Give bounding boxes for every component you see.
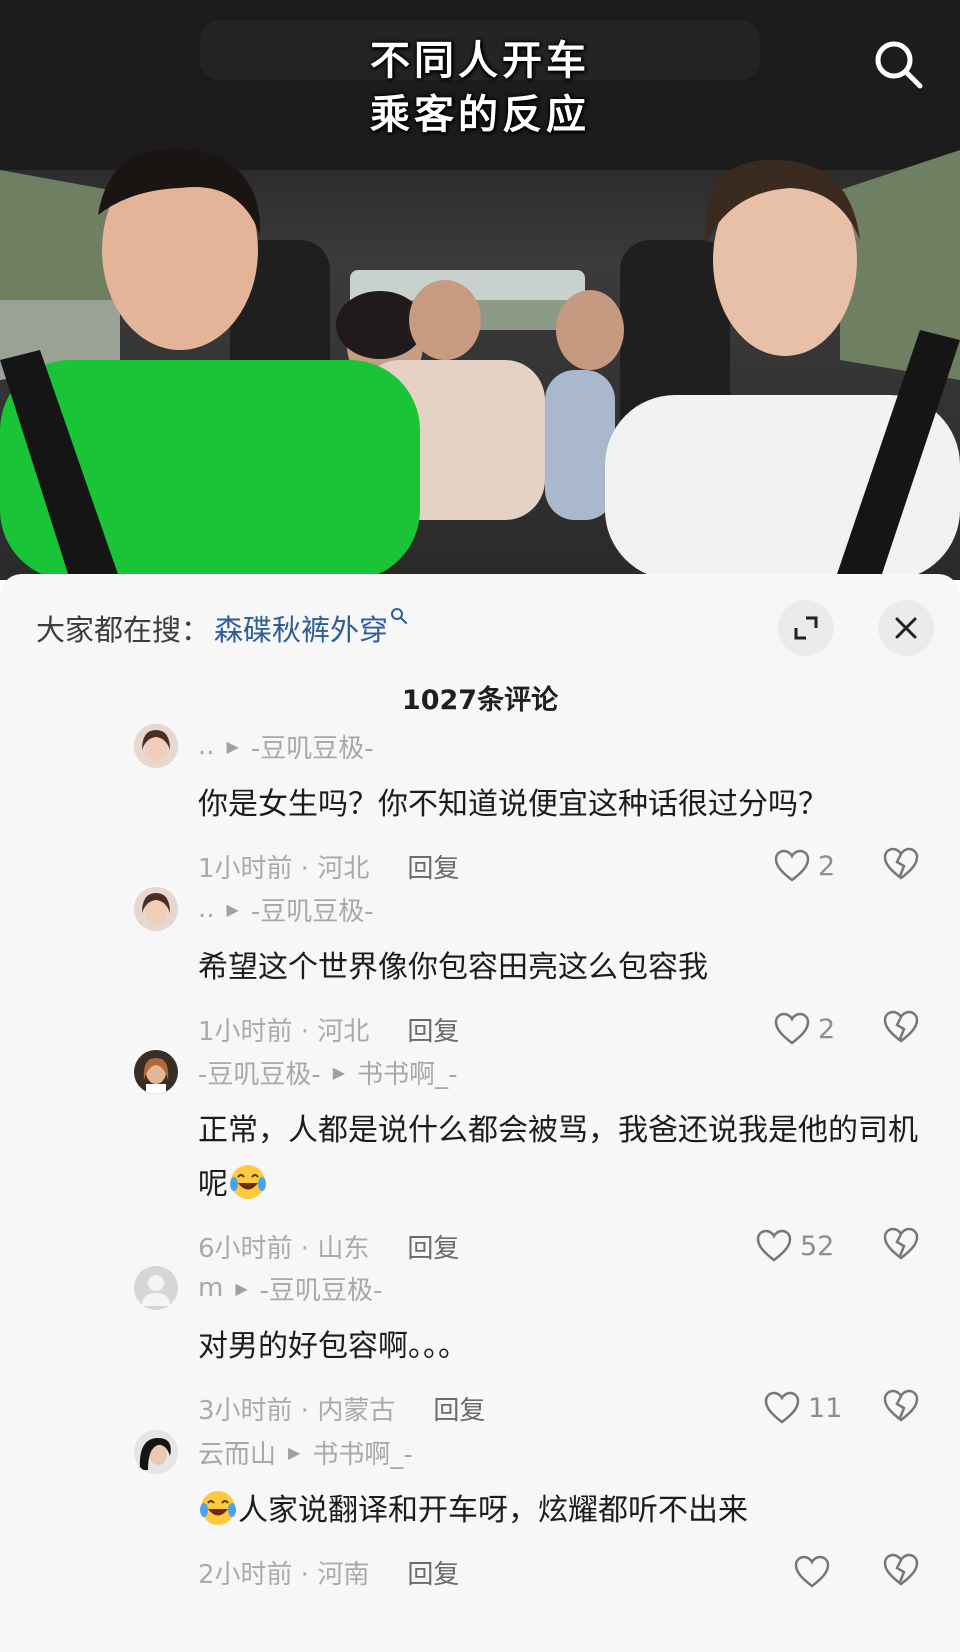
heart-icon (756, 1229, 792, 1262)
comment-time-location: 1小时前 · 河北 (198, 853, 370, 884)
comment-item: -豆叽豆极- ▶ 书书啊_- 正常，人都是说什么都会被骂，我爸还说我是他的司机呢… (0, 1050, 960, 1270)
reply-to-username[interactable]: 书书啊_- (312, 1434, 412, 1471)
comment-text-content: 人家说翻译和开车呀，炫耀都听不出来 (238, 1493, 748, 1528)
like-count: 2 (818, 850, 836, 882)
comment-username[interactable]: 云而山 (198, 1434, 276, 1471)
broken-heart-icon (883, 1227, 919, 1260)
heart-icon (774, 849, 810, 882)
avatar[interactable] (134, 1266, 178, 1310)
broken-heart-icon (883, 847, 919, 880)
avatar-image (134, 1050, 178, 1094)
like-count: 52 (800, 1230, 835, 1262)
reply-arrow-icon: ▶ (288, 1442, 301, 1462)
avatar[interactable] (134, 1430, 178, 1474)
comment-count: 1027条评论 (401, 685, 559, 716)
avatar[interactable] (134, 1050, 178, 1094)
like-count: 11 (808, 1392, 843, 1424)
reply-button[interactable]: 回复 (407, 1554, 459, 1591)
expand-icon (794, 616, 818, 640)
reply-arrow-icon: ▶ (235, 1278, 248, 1298)
reply-button[interactable]: 回复 (407, 1228, 459, 1265)
dislike-button[interactable] (882, 1388, 922, 1428)
reply-arrow-icon: ▶ (332, 1062, 346, 1082)
broken-heart-icon (883, 1553, 919, 1586)
heart-icon (764, 1391, 800, 1424)
close-button[interactable] (878, 600, 934, 656)
reply-button[interactable]: 回复 (407, 1011, 459, 1048)
search-small-icon (391, 608, 408, 624)
heart-icon (794, 1555, 830, 1588)
close-icon (895, 617, 917, 639)
comment-item: .. ▶ -豆叽豆极- 希望这个世界像你包容田亮这么包容我 1小时前 · 河北 … (0, 887, 960, 1047)
comment-text-content: 正常，人都是说什么都会被骂，我爸还说我是他的司机呢 (198, 1113, 918, 1202)
reply-button[interactable]: 回复 (433, 1390, 485, 1427)
like-button[interactable]: 11 (764, 1388, 842, 1428)
search-icon (875, 41, 923, 89)
laugh-cry-emoji-icon (200, 1491, 236, 1525)
comment-text: 你是女生吗？你不知道说便宜这种话很过分吗？ (198, 787, 828, 822)
dislike-button[interactable] (882, 846, 922, 886)
avatar-image (134, 724, 178, 768)
search-button[interactable] (870, 36, 926, 92)
comment-item: .. ▶ -豆叽豆极- 你是女生吗？你不知道说便宜这种话很过分吗？ 1小时前 ·… (0, 724, 960, 884)
comment-username[interactable]: .. (198, 894, 215, 924)
video-player[interactable]: 不同人开车 乘客的反应 (0, 0, 960, 580)
dislike-button[interactable] (882, 1552, 922, 1592)
avatar-image (134, 887, 178, 931)
comment-text: 人家说翻译和开车呀，炫耀都听不出来 (198, 1484, 924, 1538)
default-avatar-icon (134, 1266, 178, 1310)
reply-arrow-icon: ▶ (226, 899, 239, 919)
like-count: 2 (818, 1013, 836, 1045)
reply-arrow-icon: ▶ (226, 736, 239, 756)
comment-text: 正常，人都是说什么都会被骂，我爸还说我是他的司机呢 (198, 1104, 924, 1212)
dislike-button[interactable] (882, 1226, 922, 1266)
trending-term-link[interactable]: 森碟秋裤外穿 (214, 607, 388, 649)
comment-item: 云而山 ▶ 书书啊_- 人家说翻译和开车呀，炫耀都听不出来 2小时前 · 河南 … (0, 1430, 960, 1652)
heart-icon (774, 1012, 810, 1045)
comment-sheet: 大家都在搜： 森碟秋裤外穿 1027条评论 .. ▶ -豆叽豆极- 你是女生吗？… (0, 574, 960, 1652)
dislike-button[interactable] (882, 1009, 922, 1049)
comment-time-location: 2小时前 · 河南 (198, 1559, 370, 1590)
reply-to-username[interactable]: -豆叽豆极- (251, 728, 374, 765)
video-caption-line2: 乘客的反应 (370, 92, 590, 138)
broken-heart-icon (883, 1010, 919, 1043)
like-button[interactable]: 2 (774, 1009, 835, 1049)
expand-button[interactable] (778, 600, 834, 656)
like-button[interactable]: 2 (774, 846, 835, 886)
comment-time-location: 1小时前 · 河北 (198, 1016, 370, 1047)
avatar-image (134, 1430, 178, 1474)
broken-heart-icon (883, 1389, 919, 1422)
comment-item: m ▶ -豆叽豆极- 对男的好包容啊。。。 3小时前 · 内蒙古 回复 11 (0, 1266, 960, 1426)
comment-text: 对男的好包容啊。。。 (198, 1329, 468, 1364)
comment-username[interactable]: .. (198, 731, 215, 761)
comment-username[interactable]: m (198, 1273, 223, 1303)
trending-label: 大家都在搜： (36, 613, 211, 647)
like-button[interactable] (794, 1552, 838, 1592)
comment-text: 希望这个世界像你包容田亮这么包容我 (198, 950, 708, 985)
laugh-cry-emoji-icon (230, 1165, 266, 1199)
reply-button[interactable]: 回复 (407, 848, 459, 885)
trending-search[interactable]: 大家都在搜： 森碟秋裤外穿 (36, 600, 408, 656)
avatar[interactable] (134, 724, 178, 768)
video-caption-line1: 不同人开车 (370, 38, 590, 84)
avatar[interactable] (134, 887, 178, 931)
like-button[interactable]: 52 (756, 1226, 834, 1266)
comment-username[interactable]: -豆叽豆极- (198, 1054, 321, 1091)
reply-to-username[interactable]: -豆叽豆极- (251, 891, 374, 928)
comment-time-location: 6小时前 · 山东 (198, 1233, 370, 1264)
reply-to-username[interactable]: -豆叽豆极- (260, 1270, 383, 1307)
reply-to-username[interactable]: 书书啊_- (357, 1054, 457, 1091)
comment-time-location: 3小时前 · 内蒙古 (198, 1395, 396, 1426)
